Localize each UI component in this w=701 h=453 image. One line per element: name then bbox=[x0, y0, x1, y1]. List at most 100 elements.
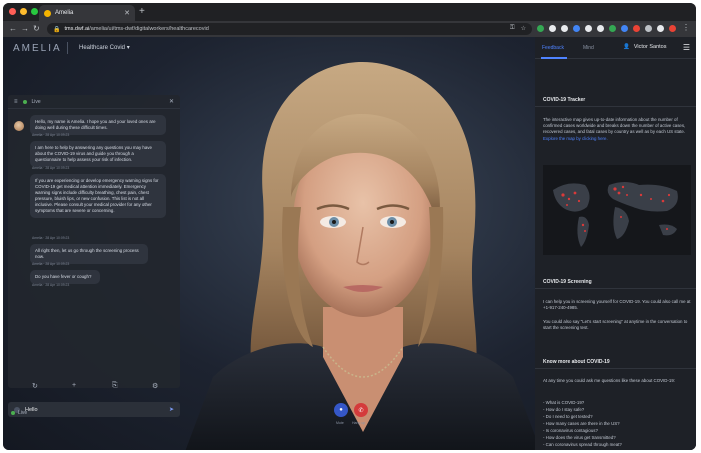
tab-mind[interactable]: Mind bbox=[583, 45, 594, 51]
settings-icon[interactable]: ⚙ bbox=[152, 382, 158, 390]
hamburger-icon[interactable]: ☰ bbox=[683, 43, 690, 52]
message-meta: Amelia · 28 Apr 10:09:23 bbox=[32, 283, 70, 287]
hangup-label: Hang up bbox=[352, 421, 366, 425]
question-item[interactable]: - How do I stay safe? bbox=[543, 406, 691, 413]
reload-icon[interactable]: ↻ bbox=[33, 23, 40, 35]
live-indicator: Live bbox=[11, 410, 27, 416]
extension-icon[interactable] bbox=[621, 25, 628, 32]
extension-icon[interactable] bbox=[657, 25, 664, 32]
browser-tab-strip: Amelia ✕ + bbox=[3, 3, 696, 21]
tracker-description: The interactive map gives up-to-date inf… bbox=[543, 117, 686, 135]
amelia-avatar bbox=[185, 62, 541, 450]
bookmark-star-icon[interactable]: ☆ bbox=[521, 25, 526, 32]
microphone-icon: ● bbox=[339, 407, 343, 413]
message-meta: Amelia · 28 Apr 10:09:23 bbox=[32, 166, 70, 170]
chat-composer[interactable]: Hello ➤ bbox=[8, 402, 180, 417]
question-item[interactable]: - Can coronavirus spread through meat? bbox=[543, 441, 691, 448]
workspace-label: Healthcare Covid bbox=[79, 45, 126, 51]
message-input[interactable]: Hello bbox=[25, 407, 164, 413]
question-list: - What is COVID-19? - How do I stay safe… bbox=[543, 399, 691, 448]
tab-favicon-icon bbox=[44, 9, 51, 17]
question-item[interactable]: - How does the virus get transmitted? bbox=[543, 434, 691, 441]
user-icon: 👤 bbox=[623, 44, 630, 50]
url-path: /amelia/ui/tms-dwf/digitalworkers/health… bbox=[89, 26, 209, 32]
extension-icon[interactable] bbox=[573, 25, 580, 32]
browser-window: Amelia ✕ + ← → ↻ 🔒 tms.dwf.ai/amelia/ui/… bbox=[3, 3, 696, 450]
chat-header: ≡ Live ✕ bbox=[8, 95, 180, 109]
tab-title: Amelia bbox=[55, 10, 74, 16]
app-topbar: AMELIA Healthcare Covid ▾ bbox=[3, 37, 535, 59]
chat-message: All right then, let us go through the sc… bbox=[30, 244, 148, 264]
extension-icon[interactable] bbox=[633, 25, 640, 32]
chat-minimize-icon[interactable]: ✕ bbox=[169, 98, 174, 105]
maximize-window-button[interactable] bbox=[31, 8, 38, 15]
topbar-divider bbox=[67, 42, 68, 54]
phone-icon: ✆ bbox=[358, 407, 364, 414]
amelia-logo: AMELIA bbox=[13, 43, 62, 54]
new-tab-icon[interactable]: + bbox=[139, 6, 145, 18]
url-host: tms.dwf.ai bbox=[64, 26, 90, 32]
chat-message: Hello, my name is Amelia. I hope you and… bbox=[30, 115, 166, 135]
live-label: Live bbox=[18, 410, 28, 416]
extension-icon[interactable] bbox=[609, 25, 616, 32]
url-text: tms.dwf.ai/amelia/ui/tms-dwf/digitalwork… bbox=[64, 26, 208, 32]
amelia-app: AMELIA Healthcare Covid ▾ ≡ Live ✕ Hello… bbox=[3, 37, 696, 450]
extension-icon[interactable] bbox=[561, 25, 568, 32]
message-meta: Amelia · 28 Apr 10:09:23 bbox=[32, 262, 70, 266]
screening-text: I can help you in screening yourself for… bbox=[543, 299, 691, 311]
mute-button[interactable]: ● bbox=[334, 403, 348, 417]
send-icon[interactable]: ➤ bbox=[169, 406, 174, 413]
chat-message: Do you have fever or cough? bbox=[30, 270, 100, 284]
minimize-window-button[interactable] bbox=[20, 8, 27, 15]
message-list[interactable]: Hello, my name is Amelia. I hope you and… bbox=[8, 111, 180, 361]
screening-title: COVID-19 Screening bbox=[535, 275, 696, 289]
workspace-selector[interactable]: Healthcare Covid ▾ bbox=[79, 44, 130, 51]
address-bar[interactable]: 🔒 tms.dwf.ai/amelia/ui/tms-dwf/digitalwo… bbox=[47, 23, 532, 35]
browser-menu-icon[interactable]: ⋮ bbox=[682, 23, 690, 32]
forward-icon[interactable]: → bbox=[21, 23, 29, 35]
user-name: Victor Santos bbox=[633, 44, 667, 50]
browser-toolbar: ← → ↻ 🔒 tms.dwf.ai/amelia/ui/tms-dwf/dig… bbox=[3, 21, 696, 37]
question-item[interactable]: - What is COVID-19? bbox=[543, 399, 691, 406]
tracker-text: The interactive map gives up-to-date inf… bbox=[543, 117, 691, 142]
key-icon[interactable]: ⚿ bbox=[510, 25, 515, 32]
attachment-icon[interactable]: ⎘ bbox=[112, 382, 118, 390]
question-item[interactable]: - How many cases are there in the US? bbox=[543, 420, 691, 427]
question-item[interactable]: - Is coronavirus contagious? bbox=[543, 427, 691, 434]
chat-panel: ≡ Live ✕ Hello, my name is Amelia. I hop… bbox=[8, 95, 180, 390]
add-icon[interactable]: + bbox=[72, 382, 76, 389]
chevron-down-icon: ▾ bbox=[126, 45, 130, 51]
close-window-button[interactable] bbox=[9, 8, 16, 15]
chat-message: I am here to help by answering any quest… bbox=[30, 141, 166, 167]
tracker-link[interactable]: Explore the map by clicking here. bbox=[543, 136, 608, 141]
mute-label: Mute bbox=[336, 421, 344, 425]
question-item[interactable]: - Do I need to get tested? bbox=[543, 413, 691, 420]
browser-tab[interactable]: Amelia ✕ bbox=[39, 5, 135, 21]
refresh-icon[interactable]: ↻ bbox=[32, 382, 38, 390]
chat-menu-icon[interactable]: ≡ bbox=[14, 99, 18, 105]
extension-icon[interactable] bbox=[669, 25, 676, 32]
message-meta: Amelia · 28 Apr 10:09:23 bbox=[32, 236, 70, 240]
extensions-bar bbox=[537, 25, 676, 32]
amelia-chat-avatar bbox=[14, 121, 24, 131]
chat-message: If you are experiencing or develop emerg… bbox=[30, 174, 166, 218]
extension-icon[interactable] bbox=[585, 25, 592, 32]
screening-text-2: You could also say "Let's start screenin… bbox=[543, 319, 688, 331]
tab-feedback[interactable]: Feedback bbox=[542, 45, 564, 51]
message-meta: Amelia · 28 Apr 10:09:23 bbox=[32, 133, 70, 137]
panel-tabs: Feedback Mind 👤 Victor Santos ☰ bbox=[535, 37, 696, 59]
extension-icon[interactable] bbox=[597, 25, 604, 32]
knowmore-text: At any time you could ask me questions l… bbox=[543, 378, 676, 383]
live-dot bbox=[11, 411, 15, 415]
hangup-button[interactable]: ✆ bbox=[354, 403, 368, 417]
extension-icon[interactable] bbox=[645, 25, 652, 32]
extension-icon[interactable] bbox=[537, 25, 544, 32]
covid-world-map[interactable] bbox=[543, 165, 691, 255]
chat-toolbar: ↻ + ⎘ ⚙ bbox=[8, 382, 180, 394]
extension-icon[interactable] bbox=[549, 25, 556, 32]
tracker-title: COVID-19 Tracker bbox=[535, 93, 696, 107]
tab-close-icon[interactable]: ✕ bbox=[124, 9, 130, 17]
live-status-dot bbox=[22, 99, 27, 104]
user-menu[interactable]: 👤 Victor Santos bbox=[623, 44, 666, 50]
back-icon[interactable]: ← bbox=[9, 23, 17, 35]
